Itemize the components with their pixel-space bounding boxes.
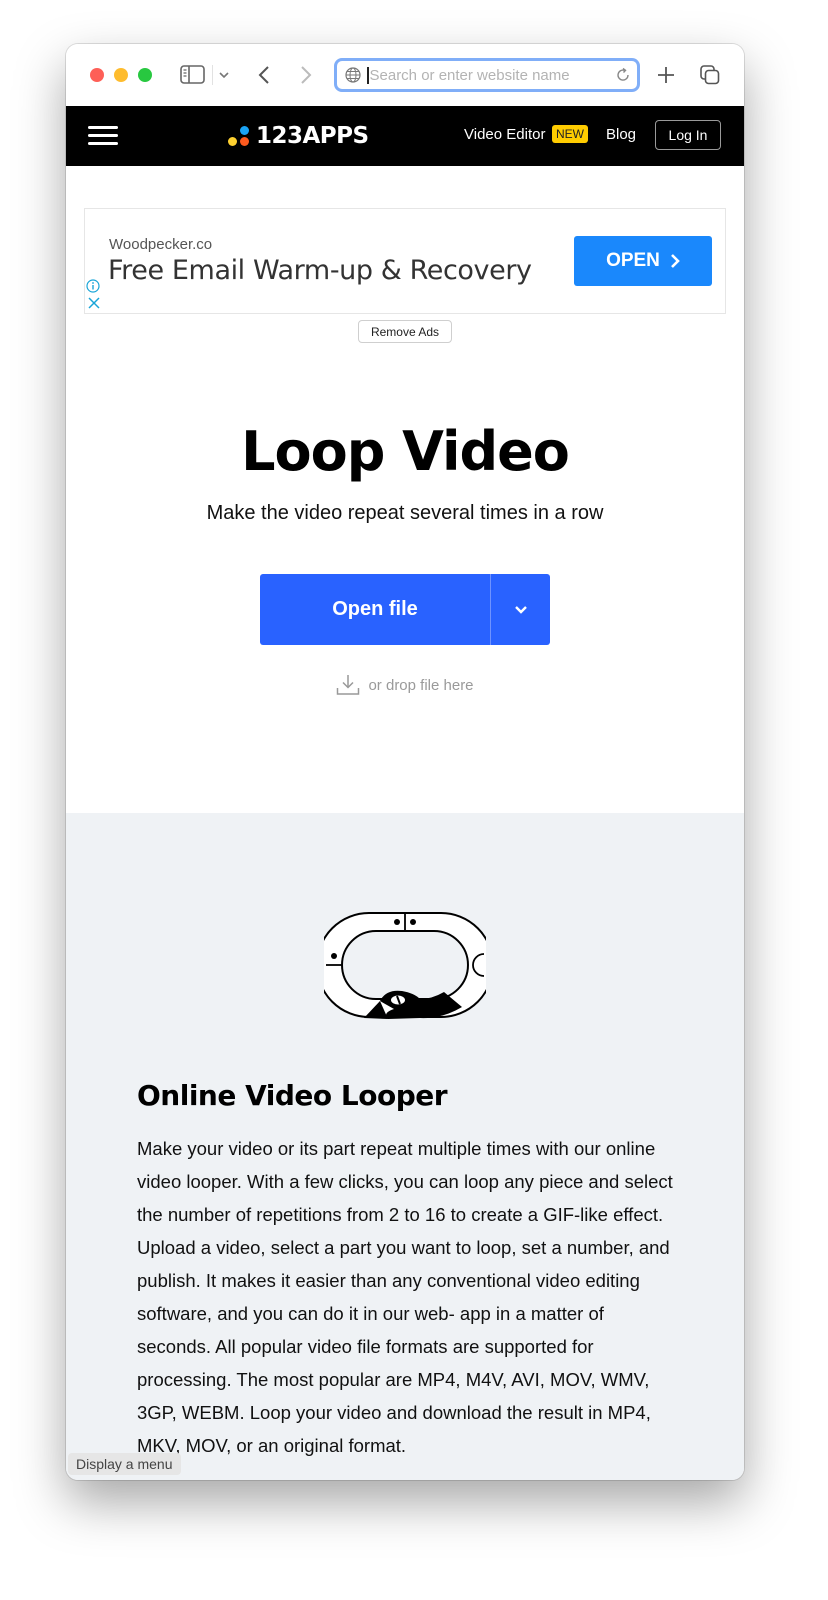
- ad-domain: Woodpecker.co: [109, 236, 213, 253]
- new-badge: NEW: [552, 125, 588, 143]
- open-file-button[interactable]: Open file: [260, 574, 490, 645]
- chevron-down-icon: [514, 605, 527, 614]
- info-heading: Online Video Looper: [137, 1079, 448, 1112]
- chevron-right-icon: [671, 254, 680, 268]
- chevron-down-icon[interactable]: [216, 65, 232, 85]
- browser-toolbar: [66, 44, 744, 106]
- logo-dots-icon: [228, 123, 252, 149]
- status-tooltip: Display a menu: [68, 1453, 181, 1475]
- info-section: Online Video Looper Make your video or i…: [66, 813, 744, 1480]
- menu-icon[interactable]: [88, 126, 118, 146]
- site-header: 123APPS Video Editor NEW Blog Log In: [66, 106, 744, 166]
- ad-open-label: OPEN: [606, 250, 660, 271]
- minimize-window-button[interactable]: [114, 68, 128, 82]
- download-icon: [337, 675, 360, 695]
- drop-hint-text: or drop file here: [368, 676, 474, 694]
- page-subtitle: Make the video repeat several times in a…: [206, 502, 604, 524]
- drop-zone-hint[interactable]: or drop file here: [66, 674, 744, 696]
- globe-icon: [345, 67, 361, 83]
- address-bar[interactable]: [334, 58, 640, 92]
- ad-open-button[interactable]: OPEN: [574, 236, 712, 286]
- open-file-dropdown-button[interactable]: [490, 574, 550, 645]
- sidebar-toggle-icon[interactable]: [180, 64, 206, 86]
- ad-info-icon[interactable]: [86, 279, 100, 293]
- zoom-window-button[interactable]: [138, 68, 152, 82]
- info-body: Make your video or its part repeat multi…: [137, 1138, 673, 1456]
- ad-headline[interactable]: Free Email Warm-up & Recovery: [108, 255, 532, 286]
- text-caret: [367, 66, 369, 84]
- login-button[interactable]: Log In: [655, 120, 721, 150]
- ad-banner[interactable]: Woodpecker.co Free Email Warm-up & Recov…: [84, 208, 726, 314]
- ad-close-icon[interactable]: [87, 296, 101, 310]
- forward-icon[interactable]: [296, 62, 316, 88]
- new-tab-icon[interactable]: [654, 62, 678, 88]
- nav-blog-link[interactable]: Blog: [606, 126, 636, 143]
- browser-window: 123APPS Video Editor NEW Blog Log In Woo…: [66, 44, 744, 1480]
- reload-icon[interactable]: [615, 67, 631, 83]
- open-file-group: Open file: [260, 574, 550, 645]
- page-title: Loop Video: [241, 420, 570, 483]
- tab-overview-icon[interactable]: [698, 62, 722, 88]
- back-icon[interactable]: [254, 62, 274, 88]
- address-input[interactable]: [369, 66, 610, 84]
- nav-video-editor-link[interactable]: Video Editor: [464, 126, 545, 143]
- toolbar-separator: [212, 65, 213, 85]
- site-logo[interactable]: 123APPS: [228, 121, 369, 151]
- close-window-button[interactable]: [90, 68, 104, 82]
- ouroboros-loop-icon: [324, 912, 486, 1019]
- remove-ads-button[interactable]: Remove Ads: [358, 320, 452, 343]
- logo-text: 123APPS: [256, 123, 369, 149]
